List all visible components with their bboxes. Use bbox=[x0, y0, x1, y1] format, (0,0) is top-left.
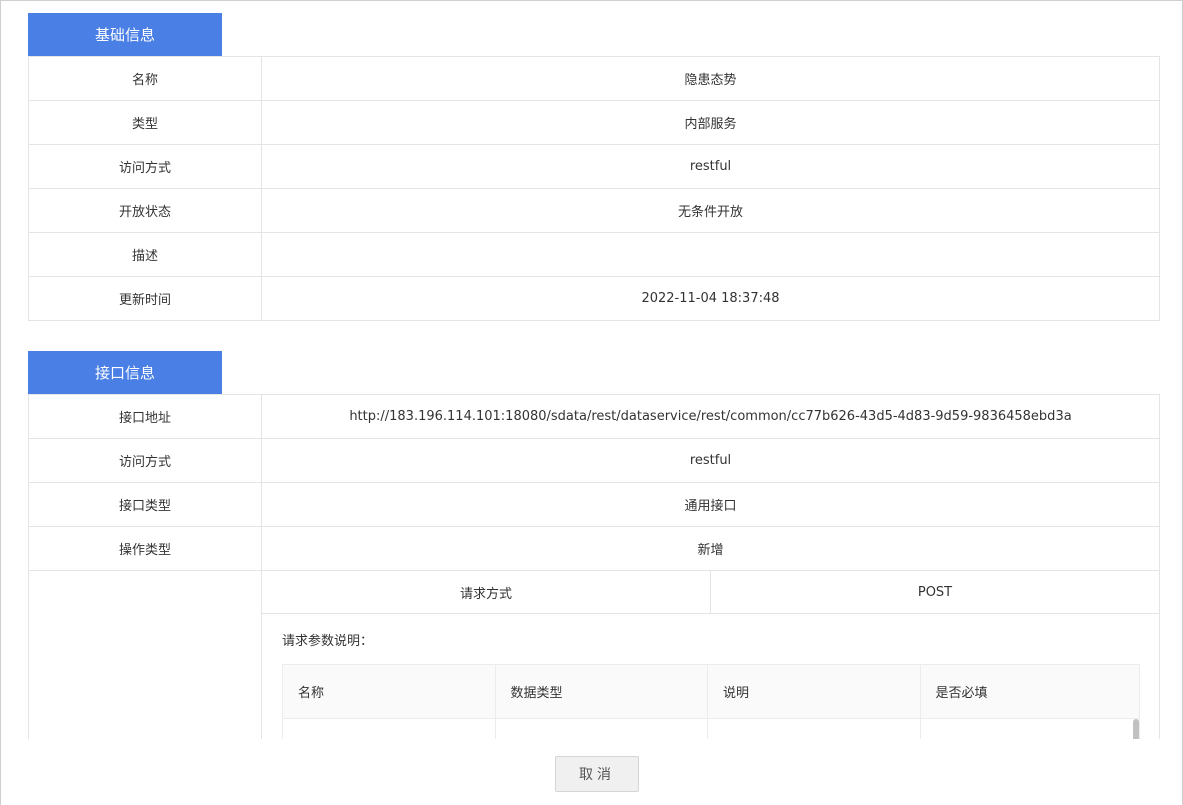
dialog-frame: 基础信息 名称 隐患态势 类型 内部服务 访问方式 restful 开放状态 无条件开放… bbox=[0, 0, 1183, 805]
row-value: 通用接口 bbox=[261, 482, 1160, 527]
params-table-header: 名称 数据类型 说明 是否必填 bbox=[283, 665, 1139, 719]
table-row: 描述 bbox=[28, 232, 1160, 277]
row-label: 名称 bbox=[28, 56, 262, 101]
request-detail-cell: 请求方式 POST 请求参数说明： 名称 数据类型 说明 是否必填 bbox=[261, 570, 1160, 739]
cancel-button[interactable]: 取消 bbox=[555, 756, 639, 792]
params-scrollbar[interactable] bbox=[1133, 719, 1139, 739]
row-value: 无条件开放 bbox=[261, 188, 1160, 233]
row-value: restful bbox=[261, 144, 1160, 189]
request-label-cell bbox=[28, 570, 262, 739]
table-row: 开放状态 无条件开放 bbox=[28, 188, 1160, 233]
table-row: 操作类型 新增 bbox=[28, 526, 1160, 571]
request-method-label: 请求方式 bbox=[262, 571, 711, 613]
row-label: 更新时间 bbox=[28, 276, 262, 321]
params-header-name: 名称 bbox=[283, 665, 496, 718]
interface-info-table: 接口地址 http://183.196.114.101:18080/sdata/r… bbox=[28, 394, 1160, 571]
row-value: 新增 bbox=[261, 526, 1160, 571]
table-row: 访问方式 restful bbox=[28, 438, 1160, 483]
row-label: 开放状态 bbox=[28, 188, 262, 233]
interface-info-tab: 接口信息 bbox=[28, 351, 222, 394]
params-cell bbox=[283, 719, 496, 739]
dialog-scroll-area[interactable]: 基础信息 名称 隐患态势 类型 内部服务 访问方式 restful 开放状态 无条件开放… bbox=[1, 1, 1182, 739]
row-value: 内部服务 bbox=[261, 100, 1160, 145]
basic-info-tab: 基础信息 bbox=[28, 13, 222, 56]
params-cell bbox=[921, 719, 1139, 739]
request-params-title: 请求参数说明： bbox=[282, 634, 374, 649]
dialog-footer: 取消 bbox=[1, 739, 1182, 805]
row-value: restful bbox=[261, 438, 1160, 483]
table-row: 接口地址 http://183.196.114.101:18080/sdata/r… bbox=[28, 394, 1160, 439]
table-row bbox=[283, 719, 1139, 739]
table-row: 更新时间 2022-11-04 18:37:48 bbox=[28, 276, 1160, 321]
params-cell bbox=[496, 719, 708, 739]
row-label: 类型 bbox=[28, 100, 262, 145]
row-label: 接口类型 bbox=[28, 482, 262, 527]
row-value: http://183.196.114.101:18080/sdata/rest/… bbox=[261, 394, 1160, 439]
request-params-table: 名称 数据类型 说明 是否必填 bbox=[282, 664, 1140, 739]
row-value: 2022-11-04 18:37:48 bbox=[261, 276, 1160, 321]
row-label: 描述 bbox=[28, 232, 262, 277]
params-header-type: 数据类型 bbox=[496, 665, 708, 718]
table-row: 类型 内部服务 bbox=[28, 100, 1160, 145]
row-value: 隐患态势 bbox=[261, 56, 1160, 101]
row-value bbox=[261, 232, 1160, 277]
row-label: 访问方式 bbox=[28, 438, 262, 483]
row-label: 接口地址 bbox=[28, 394, 262, 439]
table-row: 访问方式 restful bbox=[28, 144, 1160, 189]
params-cell bbox=[708, 719, 921, 739]
params-header-desc: 说明 bbox=[708, 665, 921, 718]
request-method-row: 请求方式 POST bbox=[262, 570, 1159, 614]
table-row: 名称 隐患态势 bbox=[28, 56, 1160, 101]
params-header-required: 是否必填 bbox=[935, 686, 988, 701]
table-row: 接口类型 通用接口 bbox=[28, 482, 1160, 527]
row-label: 操作类型 bbox=[28, 526, 262, 571]
request-method-value: POST bbox=[917, 584, 953, 600]
row-label: 访问方式 bbox=[28, 144, 262, 189]
basic-info-table: 名称 隐患态势 类型 内部服务 访问方式 restful 开放状态 无条件开放 描述 更… bbox=[28, 56, 1160, 321]
